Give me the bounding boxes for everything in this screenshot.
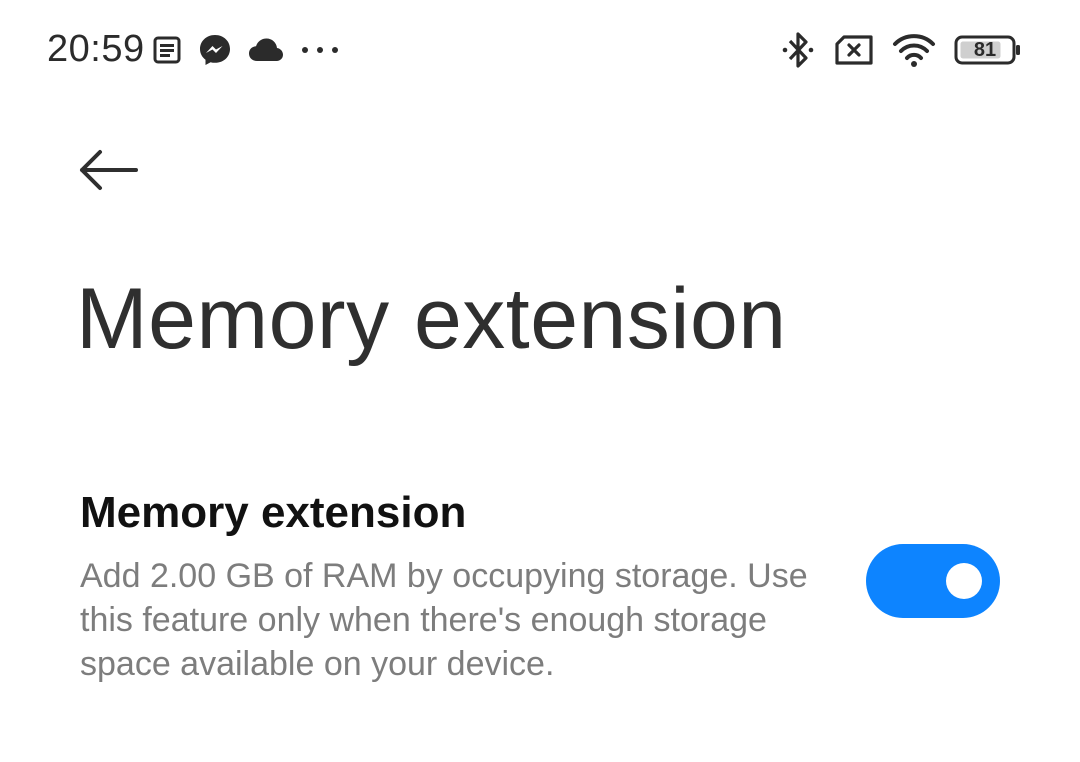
toggle-knob	[946, 563, 982, 599]
messenger-icon	[198, 33, 232, 67]
memory-extension-toggle[interactable]	[866, 544, 1000, 618]
system-icons: 81	[780, 28, 1022, 72]
bluetooth-icon	[780, 30, 816, 70]
notification-icons	[152, 30, 340, 70]
status-time: 20:59	[47, 28, 145, 70]
back-arrow-icon	[78, 148, 138, 192]
memory-extension-setting[interactable]: Memory extension Add 2.00 GB of RAM by o…	[0, 470, 1080, 710]
battery-level-text: 81	[973, 39, 997, 61]
wifi-icon	[892, 32, 936, 68]
status-bar: 20:59 81	[0, 0, 1080, 100]
notes-icon	[152, 35, 182, 65]
no-sim-icon	[834, 35, 874, 65]
setting-description: Add 2.00 GB of RAM by occupying storage.…	[80, 557, 808, 683]
back-button[interactable]	[72, 140, 144, 200]
battery-icon: 81	[954, 35, 1022, 65]
setting-title: Memory extension	[80, 488, 467, 537]
page-title: Memory extension	[76, 271, 787, 367]
cloud-icon	[248, 37, 284, 63]
more-notifications-icon	[300, 45, 340, 55]
